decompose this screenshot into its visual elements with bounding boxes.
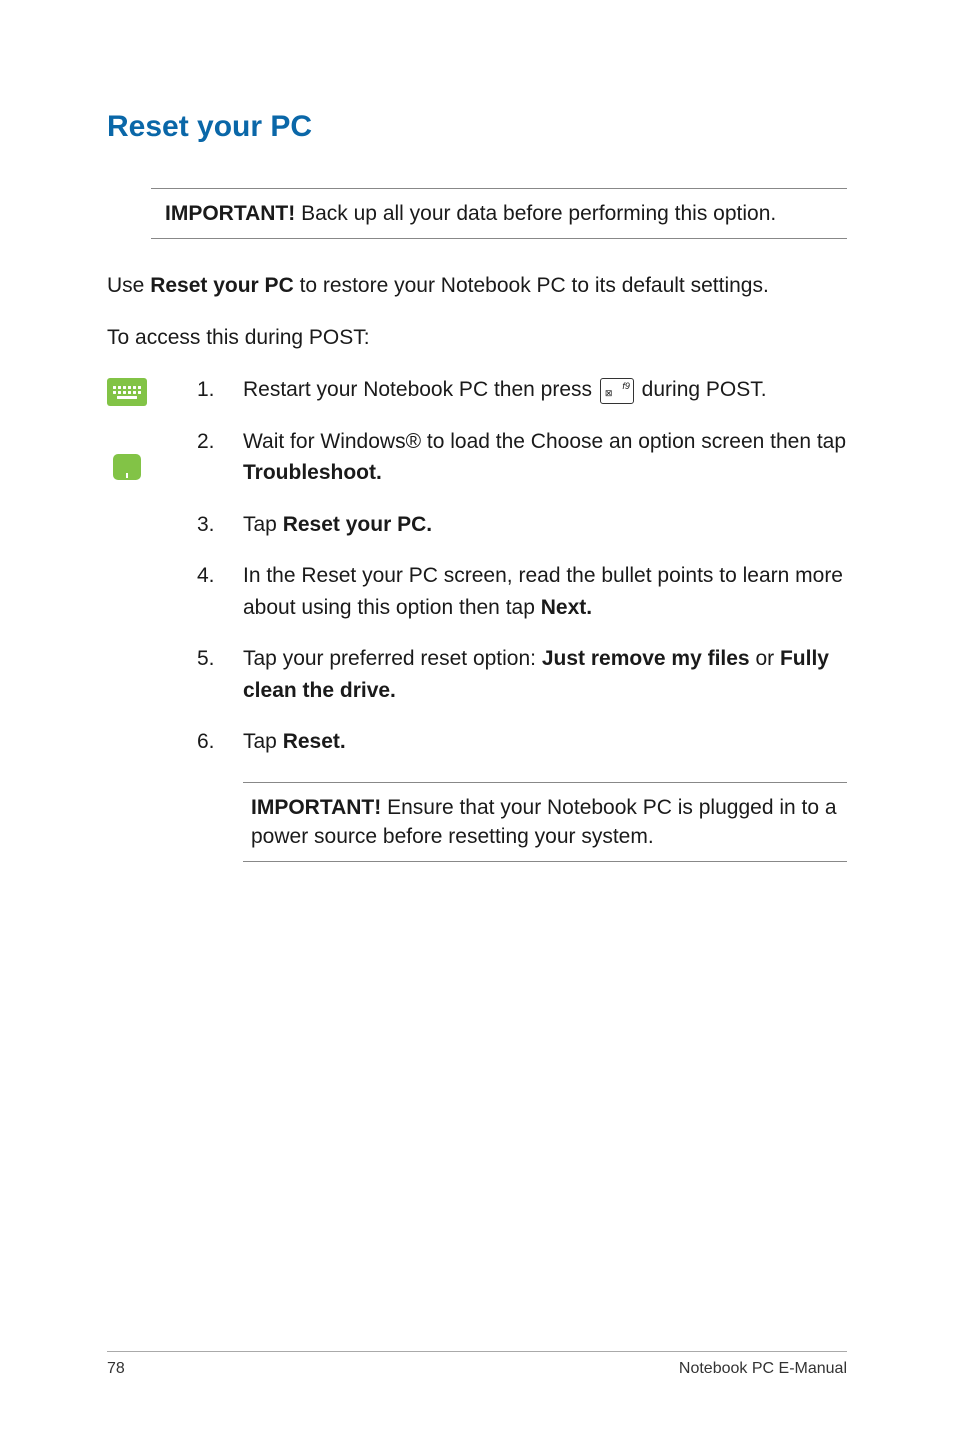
important-callout-top: IMPORTANT! Back up all your data before … bbox=[151, 188, 847, 239]
step-post: during POST. bbox=[636, 378, 767, 401]
document-title: Notebook PC E-Manual bbox=[679, 1360, 847, 1378]
key-sub: ⊠ bbox=[605, 387, 613, 401]
intro-paragraph: Use Reset your PC to restore your Notebo… bbox=[107, 271, 847, 300]
intro-pre: Use bbox=[107, 274, 150, 297]
keyboard-icon bbox=[107, 378, 147, 406]
step-pre: Tap bbox=[243, 513, 283, 536]
step-bold: Next. bbox=[541, 596, 592, 619]
step-2: 2. Wait for Windows® to load the Choose … bbox=[197, 426, 847, 489]
step-bold: Reset. bbox=[283, 730, 346, 753]
step-number: 3. bbox=[197, 509, 243, 541]
f9-key-icon: ⊠ f9 bbox=[600, 378, 634, 404]
touchscreen-icon bbox=[113, 454, 141, 480]
intro-bold: Reset your PC bbox=[150, 274, 294, 297]
step-6: 6. Tap Reset. IMPORTANT! Ensure that you… bbox=[197, 726, 847, 862]
callout-bold-label: IMPORTANT! bbox=[165, 202, 295, 225]
step-number: 5. bbox=[197, 643, 243, 675]
step-bold: Troubleshoot. bbox=[243, 461, 382, 484]
step-1: 1. Restart your Notebook PC then press ⊠… bbox=[197, 374, 847, 406]
step-body: In the Reset your PC screen, read the bu… bbox=[243, 560, 847, 623]
page-footer: 78 Notebook PC E-Manual bbox=[107, 1351, 847, 1378]
step-body: Tap Reset your PC. bbox=[243, 509, 847, 541]
page-number: 78 bbox=[107, 1360, 125, 1378]
step-bold: Reset your PC. bbox=[283, 513, 432, 536]
key-sup: f9 bbox=[622, 380, 630, 394]
step-number: 4. bbox=[197, 560, 243, 592]
step-bold: Just remove my files bbox=[542, 647, 750, 670]
step-body: Wait for Windows® to load the Choose an … bbox=[243, 426, 847, 489]
callout-text: Back up all your data before performing … bbox=[295, 202, 776, 225]
step-body: Tap Reset. IMPORTANT! Ensure that your N… bbox=[243, 726, 847, 862]
intro-post: to restore your Notebook PC to its defau… bbox=[294, 274, 769, 297]
steps-container: 1. Restart your Notebook PC then press ⊠… bbox=[107, 374, 847, 862]
step-body: Restart your Notebook PC then press ⊠f9 … bbox=[243, 374, 847, 406]
section-title: Reset your PC bbox=[107, 110, 847, 144]
step-mid: or bbox=[750, 647, 780, 670]
step-pre: Tap bbox=[243, 730, 283, 753]
step-5: 5. Tap your preferred reset option: Just… bbox=[197, 643, 847, 706]
step-pre: Wait for Windows® to load the Choose an … bbox=[243, 430, 846, 453]
step-3: 3. Tap Reset your PC. bbox=[197, 509, 847, 541]
step-pre: Tap your preferred reset option: bbox=[243, 647, 542, 670]
callout-bold-label: IMPORTANT! bbox=[251, 796, 381, 819]
important-callout-bottom: IMPORTANT! Ensure that your Notebook PC … bbox=[243, 782, 847, 863]
access-line: To access this during POST: bbox=[107, 323, 847, 352]
step-number: 6. bbox=[197, 726, 243, 758]
step-4: 4. In the Reset your PC screen, read the… bbox=[197, 560, 847, 623]
step-pre: Restart your Notebook PC then press bbox=[243, 378, 598, 401]
step-number: 1. bbox=[197, 374, 243, 406]
steps-list: 1. Restart your Notebook PC then press ⊠… bbox=[107, 374, 847, 862]
step-number: 2. bbox=[197, 426, 243, 458]
step-body: Tap your preferred reset option: Just re… bbox=[243, 643, 847, 706]
